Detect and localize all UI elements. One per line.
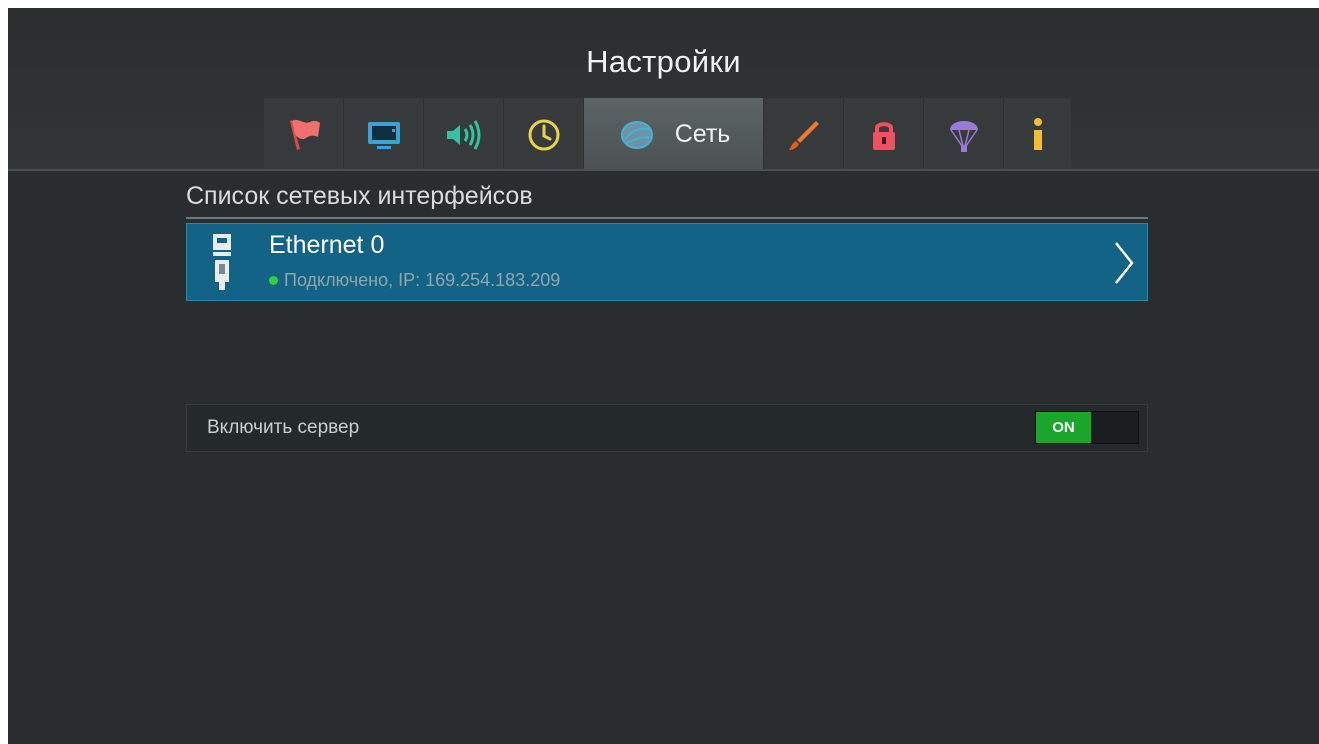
parachute-icon [949, 120, 978, 152]
tab-network-label: Сеть [674, 120, 731, 148]
interface-name: Ethernet 0 [269, 231, 385, 259]
settings-tabbar: Сеть [264, 98, 1071, 171]
section-divider [186, 217, 1148, 219]
brush-icon [788, 120, 819, 150]
status-dot-icon [269, 276, 278, 285]
tab-region[interactable] [264, 98, 344, 171]
tab-audio[interactable] [424, 98, 504, 171]
toggle-on-label: ON [1036, 412, 1091, 443]
server-toggle[interactable]: ON [1035, 411, 1139, 444]
tab-video[interactable] [344, 98, 424, 171]
ethernet-icon [213, 234, 231, 290]
page-title: Настройки [586, 44, 741, 79]
tab-update[interactable] [924, 98, 1004, 171]
tab-info[interactable] [1004, 98, 1071, 171]
flag-icon [289, 119, 320, 150]
interface-status-text: Подключено, IP: 169.254.183.209 [284, 270, 561, 290]
globe-icon [620, 120, 653, 149]
interface-status: Подключено, IP: 169.254.183.209 [269, 270, 560, 291]
settings-screen: Настройки Сеть Список сетевых интерфейсо… [8, 8, 1319, 744]
tab-parental[interactable] [844, 98, 924, 171]
tab-appearance[interactable] [764, 98, 844, 171]
header: Настройки Сеть [8, 8, 1319, 171]
section-title: Список сетевых интерфейсов [186, 182, 533, 210]
lock-icon [872, 121, 895, 150]
tv-icon [367, 121, 400, 149]
tab-time[interactable] [504, 98, 584, 171]
enable-server-row[interactable]: Включить сервер ON [186, 404, 1148, 452]
enable-server-label: Включить сервер [207, 417, 360, 438]
info-icon [1033, 117, 1042, 150]
clock-icon [528, 119, 559, 150]
chevron-right-icon [1115, 242, 1134, 284]
header-divider [8, 169, 1319, 171]
interface-row-ethernet-0[interactable]: Ethernet 0 Подключено, IP: 169.254.183.2… [186, 223, 1148, 301]
tab-network[interactable]: Сеть [584, 98, 764, 171]
speaker-icon [446, 119, 480, 150]
